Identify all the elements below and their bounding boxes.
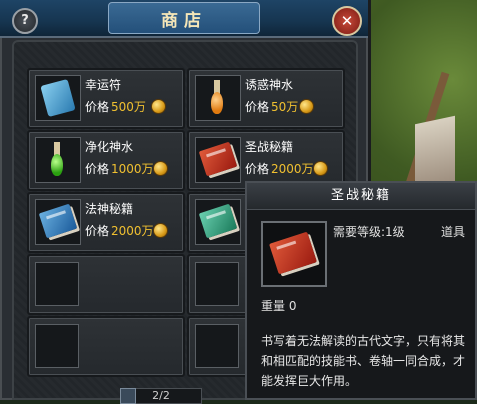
- item-name: 圣战秘籍: [245, 140, 294, 154]
- gold-coin-icon: [299, 99, 314, 114]
- empty-icon-frame: [195, 262, 239, 306]
- item-price: 2000万: [111, 224, 154, 238]
- help-button[interactable]: ?: [12, 8, 38, 34]
- tooltip-item-type: 道具: [441, 225, 466, 239]
- item-icon-frame: [195, 137, 241, 183]
- tooltip-title: 圣战秘籍: [247, 183, 475, 210]
- close-button[interactable]: ✕: [332, 6, 362, 36]
- tooltip-icon-frame: [261, 221, 327, 287]
- item-name: 法神秘籍: [85, 202, 134, 216]
- price-label: 价格: [245, 100, 270, 114]
- item-name: 净化神水: [85, 140, 134, 154]
- price-label: 价格: [85, 224, 110, 238]
- shop-item-charm-potion[interactable]: 诱惑神水 价格 50万: [187, 68, 345, 129]
- tooltip-weight: 重量 0: [261, 299, 297, 313]
- shop-item-purify-potion[interactable]: 净化神水 价格 1000万: [27, 130, 185, 191]
- green-potion-icon: [51, 142, 63, 178]
- empty-slot: [27, 254, 185, 315]
- red-book-icon: [269, 231, 317, 275]
- empty-icon-frame: [35, 324, 79, 368]
- gold-coin-icon: [153, 161, 168, 176]
- prev-page-button[interactable]: [120, 388, 136, 404]
- empty-icon-frame: [195, 324, 239, 368]
- item-price: 2000万: [271, 162, 314, 176]
- price-label: 价格: [245, 162, 270, 176]
- item-name: 幸运符: [85, 78, 122, 92]
- empty-icon-frame: [35, 262, 79, 306]
- gold-coin-icon: [313, 161, 328, 176]
- teal-book-icon: [198, 203, 238, 239]
- item-icon-frame: [35, 137, 81, 183]
- item-price: 50万: [271, 100, 299, 114]
- red-book-icon: [198, 141, 238, 177]
- price-label: 价格: [85, 100, 110, 114]
- empty-slot: [27, 316, 185, 377]
- blue-book-icon: [38, 203, 78, 239]
- shop-titlebar: ? 商店 ✕: [0, 0, 368, 38]
- tooltip-level-requirement: 需要等级:1级: [333, 225, 405, 239]
- price-label: 价格: [85, 162, 110, 176]
- gold-coin-icon: [151, 99, 166, 114]
- shop-title: 商店: [108, 2, 260, 34]
- item-price: 1000万: [111, 162, 154, 176]
- item-icon-frame: [35, 199, 81, 245]
- gold-coin-icon: [153, 223, 168, 238]
- shop-item-mage-book[interactable]: 法神秘籍 价格 2000万: [27, 192, 185, 253]
- orange-potion-icon: [211, 80, 223, 116]
- tooltip-description: 书写着无法解读的古代文字，只有将其和相匹配的技能书、卷轴一同合成，才能发挥巨大作…: [261, 334, 466, 388]
- item-tooltip: 圣战秘籍 需要等级:1级 道具 重量 0 书写着无法解读的古代文字，只有将其和相…: [245, 181, 477, 400]
- item-price: 500万: [111, 100, 146, 114]
- scroll-icon: [40, 78, 76, 118]
- item-name: 诱惑神水: [245, 78, 294, 92]
- shop-item-lucky-charm[interactable]: 幸运符 价格 500万: [27, 68, 185, 129]
- item-icon-frame: [195, 199, 241, 245]
- item-icon-frame: [195, 75, 241, 121]
- item-icon-frame: [35, 75, 81, 121]
